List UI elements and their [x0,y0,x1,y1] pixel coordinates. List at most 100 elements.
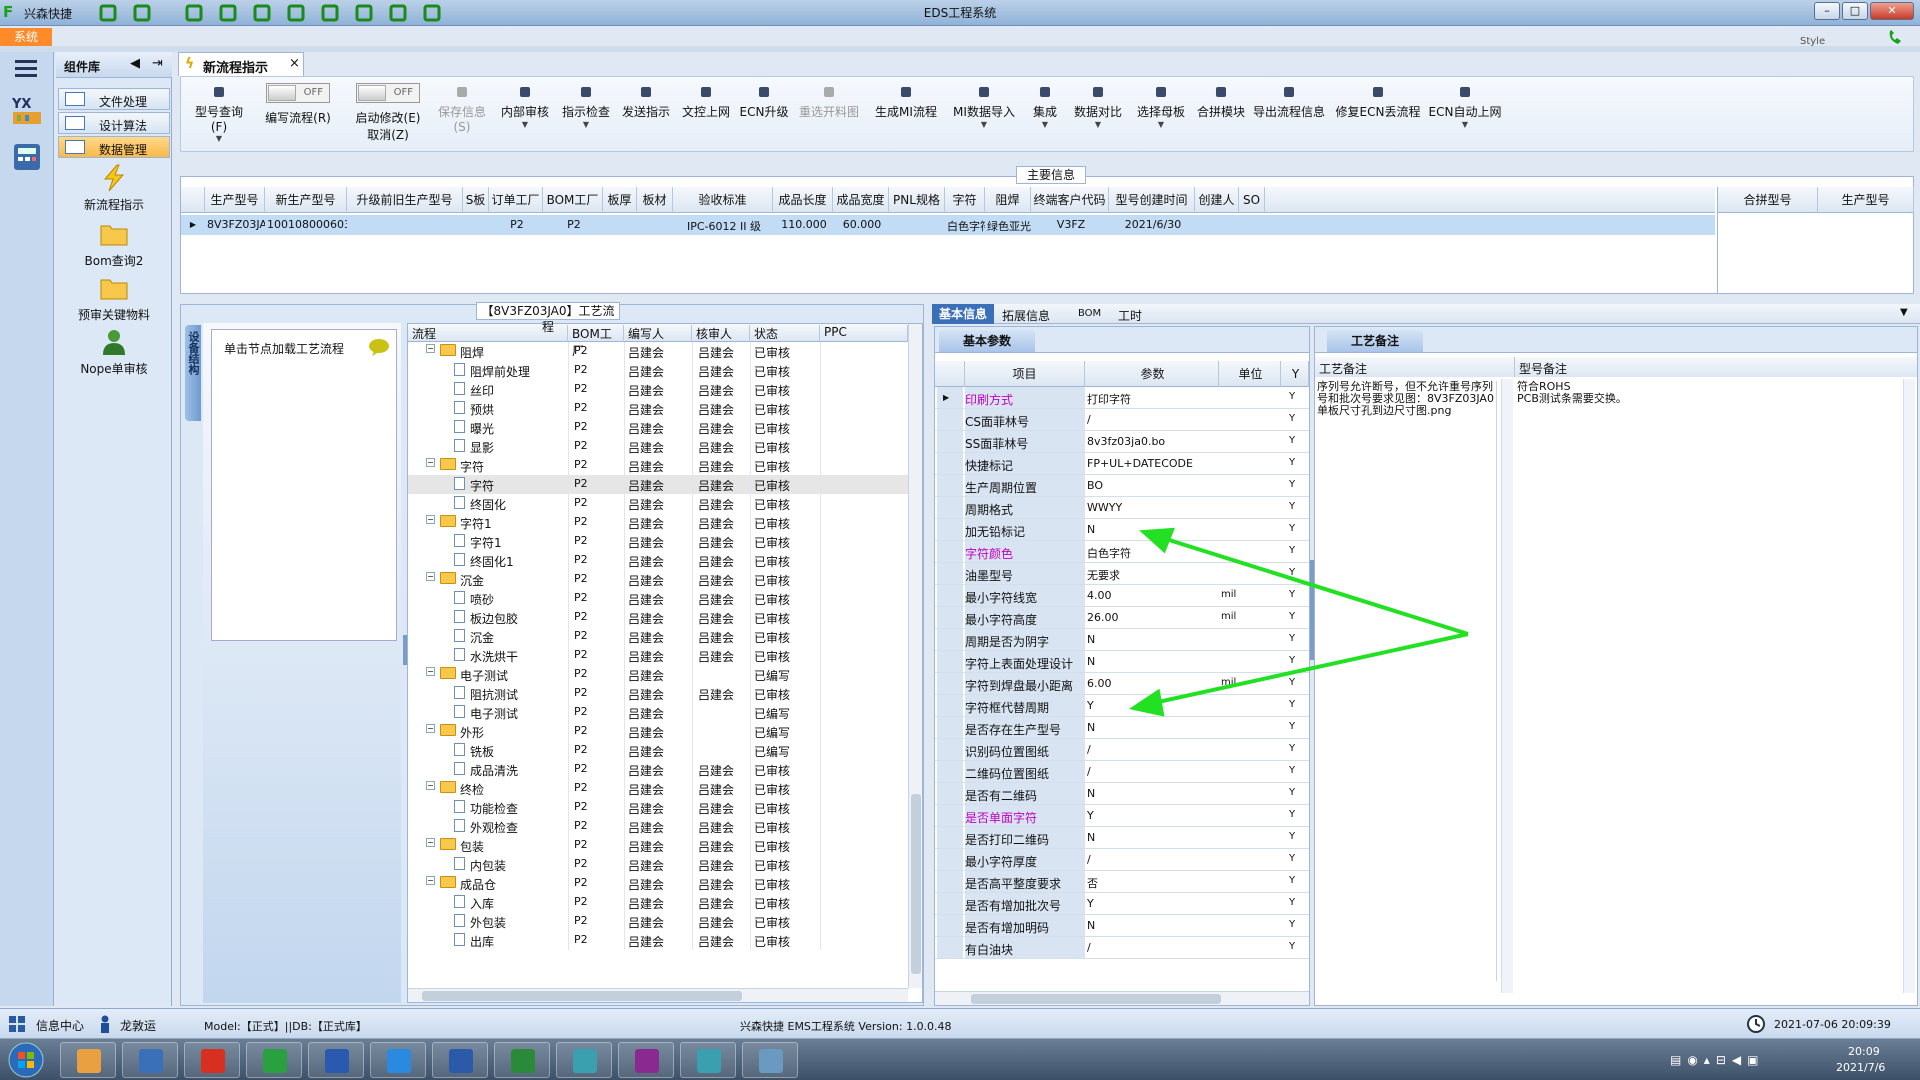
params-hscrollbar[interactable] [935,991,1309,1005]
expand-toggle-icon[interactable]: − [426,458,435,467]
cell-5[interactable]: P2 [543,218,603,231]
car-app-icon[interactable] [680,1042,736,1078]
dropdown-arrow-icon[interactable]: ▼ [1071,120,1125,129]
equipment-side-tab[interactable]: 设备结构 [185,325,201,421]
col-production-model[interactable]: 生产型号 [1818,187,1914,213]
maximize-button[interactable]: □ [1842,2,1868,20]
param-row[interactable]: 是否有增加批次号 Y Y [935,893,1309,915]
toolbar-btn-4[interactable]: 内部审核 ▼ [497,83,553,149]
word-icon[interactable] [432,1042,488,1078]
tree-row[interactable]: 板边包胶 P2 吕建会 吕建会 已审核 [408,608,909,627]
subtab-basic-params[interactable]: 基本参数 [939,330,1035,352]
param-value[interactable]: / [1087,941,1091,954]
col-13[interactable]: 阻焊 [985,187,1031,213]
col-10[interactable]: 成品宽度 [833,187,889,213]
cell-12[interactable]: 白色字符 [945,218,985,234]
dropdown-arrow-icon[interactable]: ▼ [949,120,1019,129]
row-indicator[interactable] [937,915,963,936]
row-indicator[interactable] [937,431,963,452]
params-col-1[interactable]: 参数 [1087,361,1219,387]
tree-row[interactable]: 铣板 P2 吕建会 已编写 [408,741,909,760]
toolbar-btn-1[interactable]: OFF 编写流程(R) [261,83,335,149]
dropdown-arrow-icon[interactable]: ▼ [497,120,553,129]
param-value[interactable]: Y [1087,809,1094,822]
row-indicator[interactable] [937,541,963,562]
cube-app-icon[interactable] [742,1042,798,1078]
param-row[interactable]: 二维码位置图纸 / Y [935,761,1309,783]
tree-row[interactable]: − 电子测试 P2 吕建会 已编写 [408,665,909,684]
params-hscroll-thumb[interactable] [971,994,1221,1004]
nav-item-data-management[interactable]: 数据管理 [58,136,170,158]
tree-row[interactable]: 内包装 P2 吕建会 吕建会 已审核 [408,855,909,874]
row-indicator[interactable] [937,409,963,430]
cell-4[interactable]: P2 [489,218,543,231]
shell-icon[interactable] [60,1042,116,1078]
row-indicator[interactable] [937,475,963,496]
tree-row[interactable]: 水洗烘干 P2 吕建会 吕建会 已审核 [408,646,909,665]
nav-new-flow[interactable]: 新流程指示 [60,164,168,213]
toolbar-btn-sublabel[interactable]: 取消(Z) [349,126,427,143]
tree-row[interactable]: 喷砂 P2 吕建会 吕建会 已审核 [408,589,909,608]
nav-nope-review[interactable]: Nope单审核 [60,328,168,377]
phone-icon[interactable] [1886,28,1908,46]
windows-grid-icon[interactable] [8,1015,26,1033]
dropdown-arrow-icon[interactable]: ▼ [1025,120,1065,129]
row-indicator[interactable] [937,761,963,782]
node-hint-box[interactable]: 单击节点加载工艺流程 [211,329,397,641]
col-15[interactable]: 型号创建时间 [1109,187,1195,213]
toolbar-btn-5[interactable]: 指示检查 ▼ [559,83,613,149]
menu-icon[interactable] [14,58,38,78]
chevron-left-icon[interactable]: ◀ [130,56,140,71]
param-value[interactable]: / [1087,413,1091,426]
param-value[interactable]: WWYY [1087,501,1122,514]
tree-col-5[interactable]: PPC [820,325,908,342]
param-row[interactable]: 是否打印二维码 N Y [935,827,1309,849]
tree-row[interactable]: 外包装 P2 吕建会 吕建会 已审核 [408,912,909,931]
param-row[interactable]: CS面菲林号 / Y [935,409,1309,431]
col-merge-model[interactable]: 合拼型号 [1718,187,1818,213]
param-value[interactable]: N [1087,655,1095,668]
param-value[interactable]: N [1087,831,1095,844]
row-indicator[interactable]: ▶ [181,215,205,235]
param-value[interactable]: / [1087,853,1091,866]
x-app-icon[interactable] [618,1042,674,1078]
row-indicator[interactable] [937,585,963,606]
param-row[interactable]: 是否单面字符 Y Y [935,805,1309,827]
col-7[interactable]: 板材 [637,187,673,213]
cell-10[interactable]: 60.000 [833,218,889,231]
param-row[interactable]: SS面菲林号 8v3fz03ja0.bo Y [935,431,1309,453]
tree-row[interactable]: 终固化 P2 吕建会 吕建会 已审核 [408,494,909,513]
param-value[interactable]: FP+UL+DATECODE [1087,457,1193,470]
row-indicator[interactable] [937,717,963,738]
tree-row[interactable]: 字符1 P2 吕建会 吕建会 已审核 [408,532,909,551]
expand-toggle-icon[interactable]: − [426,344,435,353]
tree-col-1[interactable]: BOM工厂 [568,325,624,358]
toolbar-btn-8[interactable]: ECN升级 [739,83,789,149]
calculator-module-icon[interactable] [12,142,42,172]
taskbar-time[interactable]: 20:09 [1848,1045,1880,1058]
col-3[interactable]: S板 [463,187,489,213]
col-14[interactable]: 终端客户代码 [1031,187,1109,213]
tab-worktime[interactable]: 工时 [1118,307,1142,324]
row-indicator[interactable] [937,893,963,914]
tree-row[interactable]: 沉金 P2 吕建会 吕建会 已审核 [408,627,909,646]
tree-row[interactable]: 出库 P2 吕建会 吕建会 已审核 [408,931,909,950]
close-button[interactable]: ✕ [1870,2,1914,20]
tab-close-icon[interactable]: × [289,56,300,71]
toolbar-btn-14[interactable]: 选择母板 ▼ [1131,83,1191,149]
model-notes-text[interactable]: 符合ROHS PCB测试条需要交换。 [1517,381,1897,981]
tree-row[interactable]: 终固化1 P2 吕建会 吕建会 已审核 [408,551,909,570]
param-value[interactable]: N [1087,787,1095,800]
param-value[interactable]: N [1087,721,1095,734]
col-5[interactable]: BOM工厂 [543,187,603,213]
param-row[interactable]: 是否高平整度要求否 Y [935,871,1309,893]
row-indicator[interactable] [937,871,963,892]
toolbar-btn-12[interactable]: 集成 ▼ [1025,83,1065,149]
excel-icon[interactable] [494,1042,550,1078]
toolbar-btn-13[interactable]: 数据对比 ▼ [1071,83,1125,149]
params-col-3[interactable]: Y [1283,361,1309,387]
row-indicator[interactable] [937,651,963,672]
row-indicator[interactable] [937,937,963,958]
col-8[interactable]: 验收标准 [673,187,773,213]
col-4[interactable]: 订单工厂 [489,187,543,213]
